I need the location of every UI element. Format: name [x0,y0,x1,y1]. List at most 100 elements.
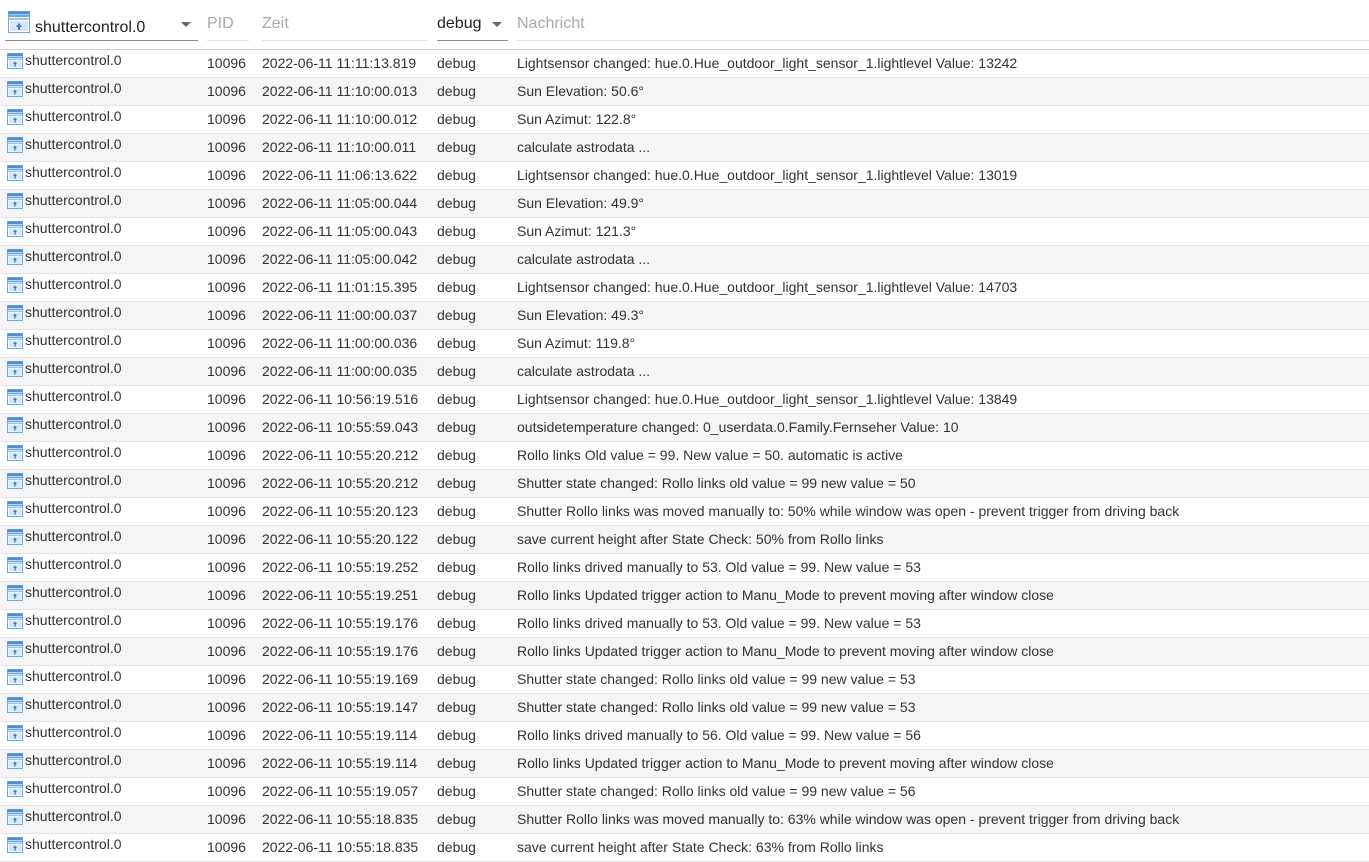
log-pid: 10096 [207,811,246,827]
log-time: 2022-06-11 10:55:19.114 [262,727,418,743]
log-pid: 10096 [207,587,246,603]
chevron-down-icon [492,22,502,27]
log-time: 2022-06-11 10:55:18.835 [262,811,419,827]
table-row[interactable]: shuttercontrol.0 10096 2022-06-11 11:01:15… [0,274,1369,302]
table-row[interactable]: shuttercontrol.0 10096 2022-06-11 11:10:00… [0,78,1369,106]
log-level: debug [437,419,476,435]
log-pid: 10096 [207,671,246,687]
log-pid: 10096 [207,391,246,407]
log-pid: 10096 [207,727,246,743]
log-time: 2022-06-11 10:55:19.057 [262,783,419,799]
table-row[interactable]: shuttercontrol.0 10096 2022-06-11 10:55:19… [0,778,1369,806]
log-pid: 10096 [207,531,246,547]
table-row[interactable]: shuttercontrol.0 10096 2022-06-11 10:55:19… [0,610,1369,638]
log-source: shuttercontrol.0 [25,556,122,572]
table-row[interactable]: shuttercontrol.0 10096 2022-06-11 11:00:00… [0,330,1369,358]
log-source: shuttercontrol.0 [25,388,122,404]
log-level: debug [437,55,476,71]
shutter-adapter-icon [7,557,23,576]
log-pid: 10096 [207,643,246,659]
table-row[interactable]: shuttercontrol.0 10096 2022-06-11 10:55:19… [0,582,1369,610]
log-pid: 10096 [207,755,246,771]
log-time: 2022-06-11 11:06:13.622 [262,167,418,183]
table-row[interactable]: shuttercontrol.0 10096 2022-06-11 10:55:19… [0,638,1369,666]
table-row[interactable]: shuttercontrol.0 10096 2022-06-11 10:55:20… [0,498,1369,526]
time-header-label: Zeit [262,15,289,32]
log-source: shuttercontrol.0 [25,164,122,180]
table-row[interactable]: shuttercontrol.0 10096 2022-06-11 11:06:13… [0,162,1369,190]
log-level: debug [437,475,476,491]
shutter-adapter-icon [7,417,23,436]
log-level: debug [437,783,476,799]
log-source: shuttercontrol.0 [25,332,122,348]
table-row[interactable]: shuttercontrol.0 10096 2022-06-11 10:55:18… [0,806,1369,834]
table-row[interactable]: shuttercontrol.0 10096 2022-06-11 10:55:20… [0,526,1369,554]
table-row[interactable]: shuttercontrol.0 10096 2022-06-11 11:00:00… [0,358,1369,386]
log-level: debug [437,755,476,771]
log-source: shuttercontrol.0 [25,500,122,516]
time-column-header: Zeit [262,0,428,49]
pid-header-label: PID [207,15,234,32]
log-time: 2022-06-11 11:00:00.035 [262,363,418,379]
table-row[interactable]: shuttercontrol.0 10096 2022-06-11 10:55:18… [0,834,1369,862]
log-message: Shutter state changed: Rollo links old v… [517,475,916,491]
log-source: shuttercontrol.0 [25,640,122,656]
log-level: debug [437,615,476,631]
adapter-filter-select[interactable]: shuttercontrol.0 [5,0,198,49]
table-row[interactable]: shuttercontrol.0 10096 2022-06-11 10:55:19… [0,666,1369,694]
table-row[interactable]: shuttercontrol.0 10096 2022-06-11 11:05:00… [0,190,1369,218]
log-source: shuttercontrol.0 [25,52,122,68]
shutter-adapter-icon [7,109,23,128]
header-underline [517,40,1369,41]
log-pid: 10096 [207,475,246,491]
log-time: 2022-06-11 11:10:00.011 [262,139,417,155]
shutter-adapter-icon [7,53,23,72]
log-message: Sun Elevation: 49.9° [517,195,645,211]
log-source: shuttercontrol.0 [25,360,122,376]
table-row[interactable]: shuttercontrol.0 10096 2022-06-11 10:55:20… [0,470,1369,498]
log-level: debug [437,111,476,127]
log-time: 2022-06-11 10:55:20.212 [262,447,419,463]
adapter-filter-value: shuttercontrol.0 [35,19,146,36]
message-filter-input[interactable]: Nachricht [517,0,1369,49]
level-filter-select[interactable]: debug [437,0,508,49]
log-level: debug [437,839,476,855]
table-row[interactable]: shuttercontrol.0 10096 2022-06-11 11:05:00… [0,246,1369,274]
table-row[interactable]: shuttercontrol.0 10096 2022-06-11 11:00:00… [0,302,1369,330]
log-pid: 10096 [207,559,246,575]
log-message: calculate astrodata ... [517,251,651,267]
table-row[interactable]: shuttercontrol.0 10096 2022-06-11 10:55:20… [0,442,1369,470]
shutter-adapter-icon [7,389,23,408]
log-message: Shutter Rollo links was moved manually t… [517,503,1180,519]
log-message: Rollo links Old value = 99. New value = … [517,447,903,463]
table-row[interactable]: shuttercontrol.0 10096 2022-06-11 10:55:19… [0,554,1369,582]
message-header-label: Nachricht [517,15,585,32]
log-level: debug [437,307,476,323]
table-row[interactable]: shuttercontrol.0 10096 2022-06-11 11:10:00… [0,106,1369,134]
table-row[interactable]: shuttercontrol.0 10096 2022-06-11 11:11:13… [0,50,1369,78]
log-pid: 10096 [207,195,246,211]
log-source: shuttercontrol.0 [25,584,122,600]
log-pid: 10096 [207,447,246,463]
select-underline [437,40,508,41]
pid-column-header: PID [207,0,249,49]
log-level: debug [437,503,476,519]
table-row[interactable]: shuttercontrol.0 10096 2022-06-11 10:56:19… [0,386,1369,414]
log-pid: 10096 [207,699,246,715]
log-pid: 10096 [207,279,246,295]
log-source: shuttercontrol.0 [25,612,122,628]
log-message: Shutter state changed: Rollo links old v… [517,699,916,715]
shutter-adapter-icon [7,473,23,492]
table-row[interactable]: shuttercontrol.0 10096 2022-06-11 10:55:59… [0,414,1369,442]
table-row[interactable]: shuttercontrol.0 10096 2022-06-11 10:55:19… [0,722,1369,750]
shutter-adapter-icon [7,697,23,716]
table-row[interactable]: shuttercontrol.0 10096 2022-06-11 10:55:19… [0,750,1369,778]
log-source: shuttercontrol.0 [25,444,122,460]
log-source: shuttercontrol.0 [25,108,122,124]
table-row[interactable]: shuttercontrol.0 10096 2022-06-11 11:10:00… [0,134,1369,162]
table-row[interactable]: shuttercontrol.0 10096 2022-06-11 11:05:00… [0,218,1369,246]
log-source: shuttercontrol.0 [25,80,122,96]
log-time: 2022-06-11 11:05:00.043 [262,223,418,239]
table-row[interactable]: shuttercontrol.0 10096 2022-06-11 10:55:19… [0,694,1369,722]
log-time: 2022-06-11 11:01:15.395 [262,279,418,295]
